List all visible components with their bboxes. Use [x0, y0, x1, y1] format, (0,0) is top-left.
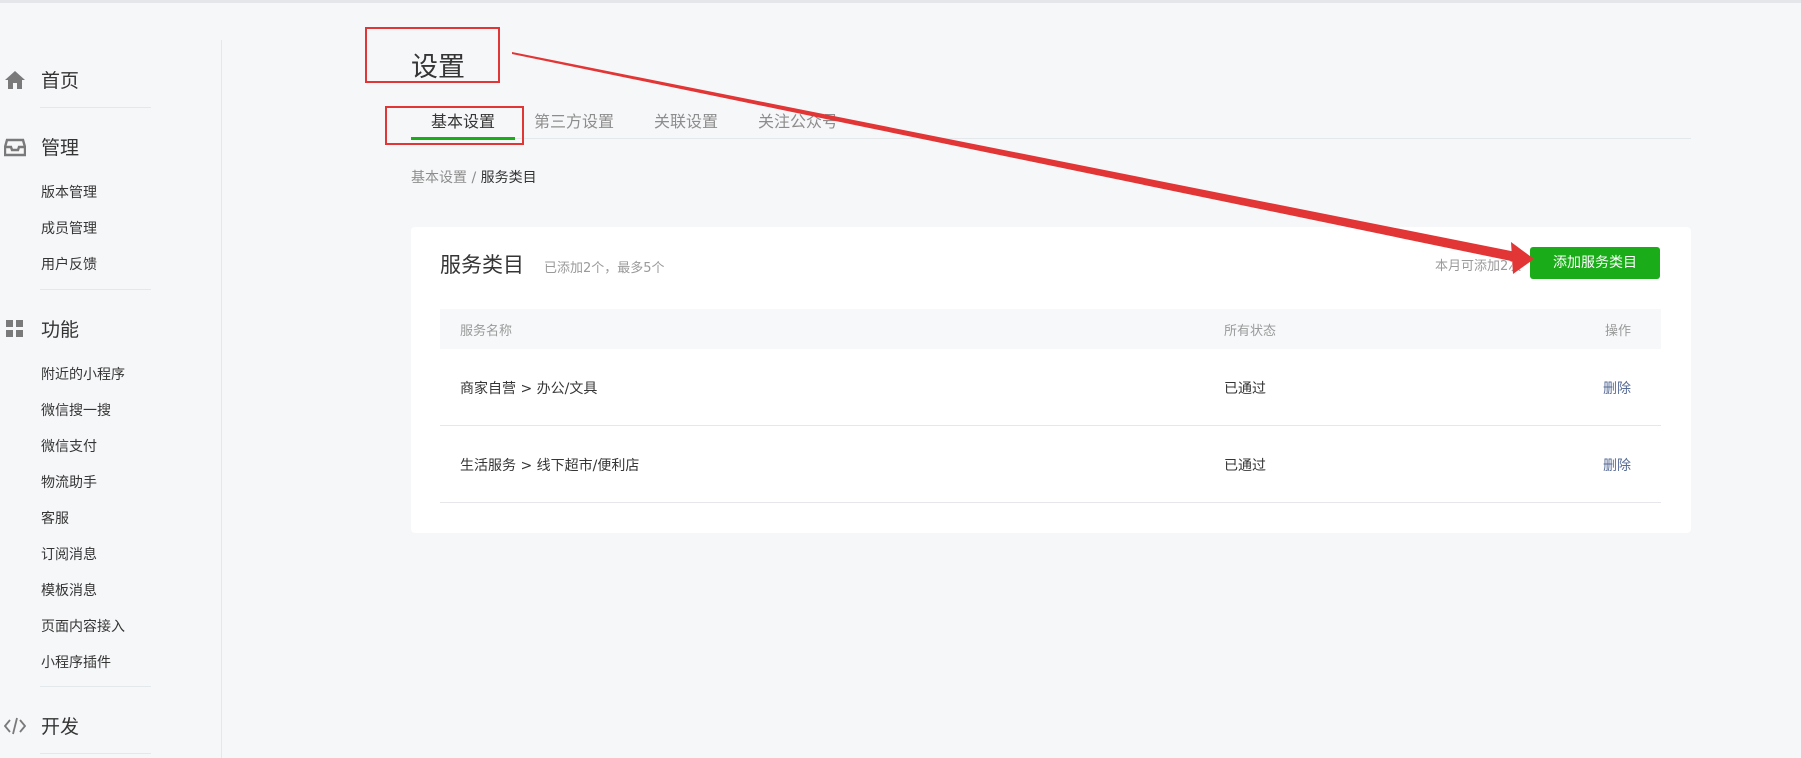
tab-third-party[interactable]: 第三方设置	[534, 108, 614, 132]
column-header-status[interactable]: 所有状态	[1224, 320, 1276, 339]
add-service-category-button[interactable]: 添加服务类目	[1530, 247, 1660, 279]
sidebar-item-wechat-pay[interactable]: 微信支付	[41, 436, 97, 456]
sidebar-item-develop[interactable]: 开发	[0, 705, 221, 745]
sidebar-divider	[40, 107, 151, 108]
breadcrumb-parent[interactable]: 基本设置	[411, 170, 467, 186]
table-row: 商家自营 > 办公/文具 已通过 删除	[440, 349, 1661, 426]
inbox-icon	[3, 136, 27, 158]
delete-link[interactable]: 删除	[1603, 455, 1631, 475]
service-name: 商家自营 > 办公/文具	[460, 381, 598, 397]
sidebar-item-label: 功能	[41, 319, 80, 341]
sidebar-item-home[interactable]: 首页	[0, 59, 221, 99]
top-border	[0, 0, 1801, 3]
table-row: 生活服务 > 线下超市/便利店 已通过 删除	[440, 426, 1661, 503]
tab-link-settings[interactable]: 关联设置	[654, 108, 718, 132]
breadcrumb-current: 服务类目	[480, 170, 537, 186]
service-status: 已通过	[1224, 458, 1266, 474]
sidebar-item-template-msg[interactable]: 模板消息	[41, 580, 97, 600]
card-subtitle: 已添加2个，最多5个	[544, 261, 665, 276]
card-title: 服务类目	[440, 253, 524, 277]
sidebar-item-members[interactable]: 成员管理	[41, 218, 97, 238]
service-status: 已通过	[1224, 381, 1266, 397]
annotation-box-title	[365, 27, 500, 83]
tab-follow-account[interactable]: 关注公众号	[758, 108, 838, 132]
sidebar-item-label: 开发	[41, 716, 80, 738]
tab-divider	[411, 138, 1691, 139]
sidebar-item-logistics[interactable]: 物流助手	[41, 472, 97, 492]
sidebar-item-version[interactable]: 版本管理	[41, 182, 97, 202]
sidebar-item-subscribe-msg[interactable]: 订阅消息	[41, 544, 97, 564]
sidebar-item-page-content[interactable]: 页面内容接入	[41, 616, 125, 636]
sidebar-item-wechat-search[interactable]: 微信搜一搜	[41, 400, 111, 420]
sidebar-item-feedback[interactable]: 用户反馈	[41, 254, 97, 274]
breadcrumb-separator: /	[467, 170, 481, 186]
sidebar-divider	[40, 289, 151, 290]
monthly-add-note: 本月可添加2次	[1435, 259, 1522, 274]
table-header: 服务名称 所有状态 操作	[440, 309, 1661, 349]
sidebar-item-features[interactable]: 功能	[0, 308, 221, 348]
grid-icon	[4, 318, 26, 340]
sidebar-item-customer-service[interactable]: 客服	[41, 508, 69, 528]
sidebar-divider	[40, 753, 151, 754]
column-header-action: 操作	[1604, 324, 1631, 339]
sidebar-item-plugins[interactable]: 小程序插件	[41, 652, 111, 672]
sidebar-item-label: 管理	[41, 137, 80, 159]
breadcrumb: 基本设置 / 服务类目	[411, 167, 537, 187]
home-icon	[4, 69, 26, 91]
sidebar-item-label: 首页	[41, 70, 80, 92]
sidebar-nav: 首页 管理 版本管理 成员管理 用户反馈 功能 附近的小程序 微信搜一搜 微信支…	[0, 40, 222, 758]
annotation-box-tab	[385, 106, 524, 145]
service-category-card: 服务类目 已添加2个，最多5个 本月可添加2次 添加服务类目 服务名称 所有状态…	[411, 227, 1691, 533]
service-name: 生活服务 > 线下超市/便利店	[460, 458, 640, 474]
sidebar-item-nearby[interactable]: 附近的小程序	[41, 364, 125, 384]
sidebar-item-manage[interactable]: 管理	[0, 126, 221, 166]
code-icon	[3, 715, 27, 737]
sidebar-divider	[40, 686, 151, 687]
delete-link[interactable]: 删除	[1603, 378, 1631, 398]
column-header-name: 服务名称	[460, 324, 513, 339]
